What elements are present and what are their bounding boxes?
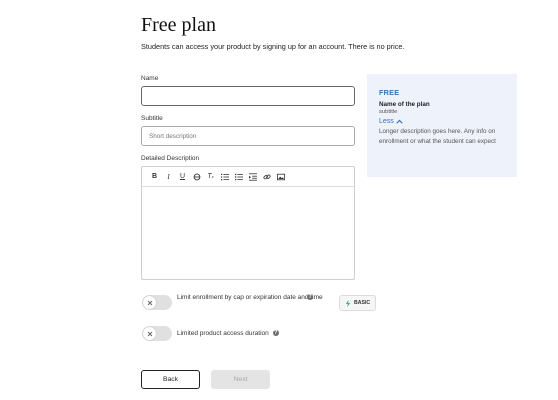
bold-icon[interactable]: B xyxy=(149,171,160,182)
close-icon xyxy=(147,300,152,305)
image-icon[interactable] xyxy=(275,171,286,182)
italic-icon[interactable]: I xyxy=(163,171,174,182)
indent-icon[interactable] xyxy=(247,171,258,182)
limit-access-toggle[interactable] xyxy=(142,326,172,341)
limit-enrollment-label: Limit enrollment by cap or expiration da… xyxy=(177,292,327,303)
editor-toolbar: B I U Tx xyxy=(142,167,354,187)
link-icon[interactable] xyxy=(261,171,272,182)
ordered-list-icon[interactable] xyxy=(219,171,230,182)
preview-description: Longer description goes here. Any info o… xyxy=(379,128,496,145)
preview-plan-name: Name of the plan xyxy=(379,101,430,108)
toggle-knob xyxy=(143,327,156,340)
toggle-knob xyxy=(143,296,156,309)
close-icon xyxy=(147,331,152,336)
limit-access-label: Limited product access duration? xyxy=(177,328,279,339)
preview-tag: FREE xyxy=(379,88,400,97)
lightning-icon xyxy=(345,299,351,307)
chevron-up-icon xyxy=(396,119,403,124)
description-textarea[interactable] xyxy=(142,187,354,279)
plan-preview-card: FREE Name of the plan subtitle Less Long… xyxy=(367,74,517,177)
next-button[interactable]: Next xyxy=(211,370,270,389)
description-editor: B I U Tx xyxy=(141,166,355,280)
clear-format-icon[interactable]: Tx xyxy=(205,171,216,182)
page-subtitle: Students can access your product by sign… xyxy=(141,42,405,51)
bullet-list-icon[interactable] xyxy=(233,171,244,182)
plan-tier-badge: BASIC xyxy=(339,295,377,311)
preview-less-label: Less xyxy=(379,118,394,125)
subtitle-input[interactable] xyxy=(141,126,355,146)
back-button[interactable]: Back xyxy=(141,370,200,389)
name-label: Name xyxy=(141,75,159,82)
badge-label: BASIC xyxy=(354,300,371,306)
help-icon[interactable]: ? xyxy=(272,330,279,337)
limit-enrollment-toggle[interactable] xyxy=(142,295,172,310)
subtitle-label: Subtitle xyxy=(141,115,163,122)
page-title: Free plan xyxy=(141,14,216,36)
strikethrough-icon[interactable] xyxy=(191,171,202,182)
help-icon[interactable]: ? xyxy=(307,294,313,300)
preview-subtitle: subtitle xyxy=(379,109,398,115)
preview-less-toggle[interactable]: Less xyxy=(379,118,505,125)
description-label: Detailed Description xyxy=(141,155,200,162)
name-input[interactable] xyxy=(141,86,355,106)
underline-icon[interactable]: U xyxy=(177,171,188,182)
limit-access-text: Limited product access duration xyxy=(177,330,269,337)
limit-enrollment-text: Limit enrollment by cap or expiration da… xyxy=(177,294,323,301)
